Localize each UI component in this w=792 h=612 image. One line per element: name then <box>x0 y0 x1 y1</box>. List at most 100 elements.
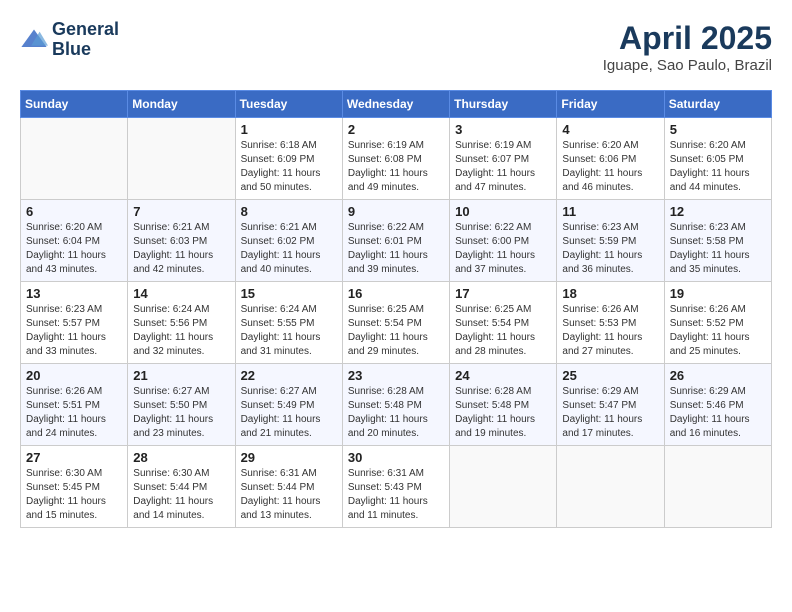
month-title: April 2025 <box>603 20 772 57</box>
calendar-week-row: 6 Sunrise: 6:20 AM Sunset: 6:04 PM Daylig… <box>21 200 772 282</box>
day-number: 10 <box>455 204 551 219</box>
day-info: Sunrise: 6:26 AM Sunset: 5:51 PM Dayligh… <box>26 385 122 441</box>
calendar-week-row: 20 Sunrise: 6:26 AM Sunset: 5:51 PM Dayli… <box>21 364 772 446</box>
calendar-cell: 30 Sunrise: 6:31 AM Sunset: 5:43 PM Dayli… <box>342 446 449 528</box>
calendar-cell: 21 Sunrise: 6:27 AM Sunset: 5:50 PM Dayli… <box>128 364 235 446</box>
day-number: 14 <box>133 286 229 301</box>
day-info: Sunrise: 6:26 AM Sunset: 5:52 PM Dayligh… <box>670 303 766 359</box>
day-info: Sunrise: 6:27 AM Sunset: 5:50 PM Dayligh… <box>133 385 229 441</box>
day-info: Sunrise: 6:20 AM Sunset: 6:04 PM Dayligh… <box>26 221 122 277</box>
day-info: Sunrise: 6:24 AM Sunset: 5:55 PM Dayligh… <box>241 303 337 359</box>
calendar-cell: 7 Sunrise: 6:21 AM Sunset: 6:03 PM Daylig… <box>128 200 235 282</box>
weekday-header: Saturday <box>664 91 771 118</box>
calendar-cell: 18Sunrise: 6:26 AM Sunset: 5:53 PM Dayli… <box>557 282 664 364</box>
day-number: 25 <box>562 368 658 383</box>
calendar-cell: 11 Sunrise: 6:23 AM Sunset: 5:59 PM Dayli… <box>557 200 664 282</box>
logo-icon <box>20 26 48 54</box>
calendar-cell: 8 Sunrise: 6:21 AM Sunset: 6:02 PM Daylig… <box>235 200 342 282</box>
day-number: 24 <box>455 368 551 383</box>
calendar-cell <box>21 118 128 200</box>
calendar-cell: 13 Sunrise: 6:23 AM Sunset: 5:57 PM Dayli… <box>21 282 128 364</box>
day-info: Sunrise: 6:29 AM Sunset: 5:47 PM Dayligh… <box>562 385 658 441</box>
day-number: 2 <box>348 122 444 137</box>
day-number: 4 <box>562 122 658 137</box>
day-number: 12 <box>670 204 766 219</box>
calendar-week-row: 1Sunrise: 6:18 AM Sunset: 6:09 PM Daylig… <box>21 118 772 200</box>
weekday-header-row: SundayMondayTuesdayWednesdayThursdayFrid… <box>21 91 772 118</box>
day-info: Sunrise: 6:27 AM Sunset: 5:49 PM Dayligh… <box>241 385 337 441</box>
day-info: Sunrise: 6:31 AM Sunset: 5:44 PM Dayligh… <box>241 467 337 523</box>
day-number: 9 <box>348 204 444 219</box>
calendar-cell <box>557 446 664 528</box>
calendar-cell: 23Sunrise: 6:28 AM Sunset: 5:48 PM Dayli… <box>342 364 449 446</box>
day-number: 8 <box>241 204 337 219</box>
location: Iguape, Sao Paulo, Brazil <box>603 57 772 74</box>
day-info: Sunrise: 6:28 AM Sunset: 5:48 PM Dayligh… <box>455 385 551 441</box>
calendar-cell <box>450 446 557 528</box>
day-info: Sunrise: 6:22 AM Sunset: 6:01 PM Dayligh… <box>348 221 444 277</box>
weekday-header: Friday <box>557 91 664 118</box>
weekday-header: Wednesday <box>342 91 449 118</box>
weekday-header: Monday <box>128 91 235 118</box>
day-number: 26 <box>670 368 766 383</box>
day-number: 28 <box>133 450 229 465</box>
day-number: 6 <box>26 204 122 219</box>
calendar-cell: 19Sunrise: 6:26 AM Sunset: 5:52 PM Dayli… <box>664 282 771 364</box>
day-info: Sunrise: 6:29 AM Sunset: 5:46 PM Dayligh… <box>670 385 766 441</box>
day-number: 15 <box>241 286 337 301</box>
calendar-cell: 6 Sunrise: 6:20 AM Sunset: 6:04 PM Daylig… <box>21 200 128 282</box>
day-number: 16 <box>348 286 444 301</box>
calendar-cell: 3Sunrise: 6:19 AM Sunset: 6:07 PM Daylig… <box>450 118 557 200</box>
day-number: 13 <box>26 286 122 301</box>
calendar-table: SundayMondayTuesdayWednesdayThursdayFrid… <box>20 90 772 528</box>
calendar-cell: 16 Sunrise: 6:25 AM Sunset: 5:54 PM Dayli… <box>342 282 449 364</box>
day-number: 20 <box>26 368 122 383</box>
calendar-cell <box>128 118 235 200</box>
day-info: Sunrise: 6:28 AM Sunset: 5:48 PM Dayligh… <box>348 385 444 441</box>
calendar-cell: 25 Sunrise: 6:29 AM Sunset: 5:47 PM Dayli… <box>557 364 664 446</box>
day-number: 11 <box>562 204 658 219</box>
day-info: Sunrise: 6:21 AM Sunset: 6:02 PM Dayligh… <box>241 221 337 277</box>
logo-text: General Blue <box>52 20 119 60</box>
calendar-cell: 12Sunrise: 6:23 AM Sunset: 5:58 PM Dayli… <box>664 200 771 282</box>
calendar-cell: 29 Sunrise: 6:31 AM Sunset: 5:44 PM Dayli… <box>235 446 342 528</box>
day-info: Sunrise: 6:30 AM Sunset: 5:45 PM Dayligh… <box>26 467 122 523</box>
calendar-body: 1Sunrise: 6:18 AM Sunset: 6:09 PM Daylig… <box>21 118 772 528</box>
day-number: 21 <box>133 368 229 383</box>
day-number: 5 <box>670 122 766 137</box>
page-header: General Blue April 2025 Iguape, Sao Paul… <box>20 20 772 74</box>
day-number: 7 <box>133 204 229 219</box>
day-number: 27 <box>26 450 122 465</box>
day-number: 22 <box>241 368 337 383</box>
calendar-cell: 26 Sunrise: 6:29 AM Sunset: 5:46 PM Dayli… <box>664 364 771 446</box>
day-number: 29 <box>241 450 337 465</box>
day-info: Sunrise: 6:30 AM Sunset: 5:44 PM Dayligh… <box>133 467 229 523</box>
day-info: Sunrise: 6:25 AM Sunset: 5:54 PM Dayligh… <box>455 303 551 359</box>
day-info: Sunrise: 6:21 AM Sunset: 6:03 PM Dayligh… <box>133 221 229 277</box>
calendar-cell: 5 Sunrise: 6:20 AM Sunset: 6:05 PM Daylig… <box>664 118 771 200</box>
calendar-cell: 15 Sunrise: 6:24 AM Sunset: 5:55 PM Dayli… <box>235 282 342 364</box>
day-info: Sunrise: 6:25 AM Sunset: 5:54 PM Dayligh… <box>348 303 444 359</box>
day-number: 30 <box>348 450 444 465</box>
day-number: 3 <box>455 122 551 137</box>
weekday-header: Tuesday <box>235 91 342 118</box>
calendar-cell: 14 Sunrise: 6:24 AM Sunset: 5:56 PM Dayli… <box>128 282 235 364</box>
day-info: Sunrise: 6:31 AM Sunset: 5:43 PM Dayligh… <box>348 467 444 523</box>
calendar-cell: 22 Sunrise: 6:27 AM Sunset: 5:49 PM Dayli… <box>235 364 342 446</box>
title-block: April 2025 Iguape, Sao Paulo, Brazil <box>603 20 772 74</box>
calendar-cell <box>664 446 771 528</box>
calendar-cell: 4Sunrise: 6:20 AM Sunset: 6:06 PM Daylig… <box>557 118 664 200</box>
calendar-cell: 27 Sunrise: 6:30 AM Sunset: 5:45 PM Dayli… <box>21 446 128 528</box>
day-info: Sunrise: 6:23 AM Sunset: 5:57 PM Dayligh… <box>26 303 122 359</box>
calendar-week-row: 13 Sunrise: 6:23 AM Sunset: 5:57 PM Dayli… <box>21 282 772 364</box>
day-info: Sunrise: 6:19 AM Sunset: 6:08 PM Dayligh… <box>348 139 444 195</box>
logo: General Blue <box>20 20 119 60</box>
calendar-cell: 2 Sunrise: 6:19 AM Sunset: 6:08 PM Daylig… <box>342 118 449 200</box>
calendar-cell: 24 Sunrise: 6:28 AM Sunset: 5:48 PM Dayli… <box>450 364 557 446</box>
day-info: Sunrise: 6:20 AM Sunset: 6:05 PM Dayligh… <box>670 139 766 195</box>
day-info: Sunrise: 6:23 AM Sunset: 5:59 PM Dayligh… <box>562 221 658 277</box>
calendar-cell: 9 Sunrise: 6:22 AM Sunset: 6:01 PM Daylig… <box>342 200 449 282</box>
calendar-cell: 1Sunrise: 6:18 AM Sunset: 6:09 PM Daylig… <box>235 118 342 200</box>
calendar-cell: 10Sunrise: 6:22 AM Sunset: 6:00 PM Dayli… <box>450 200 557 282</box>
day-info: Sunrise: 6:24 AM Sunset: 5:56 PM Dayligh… <box>133 303 229 359</box>
